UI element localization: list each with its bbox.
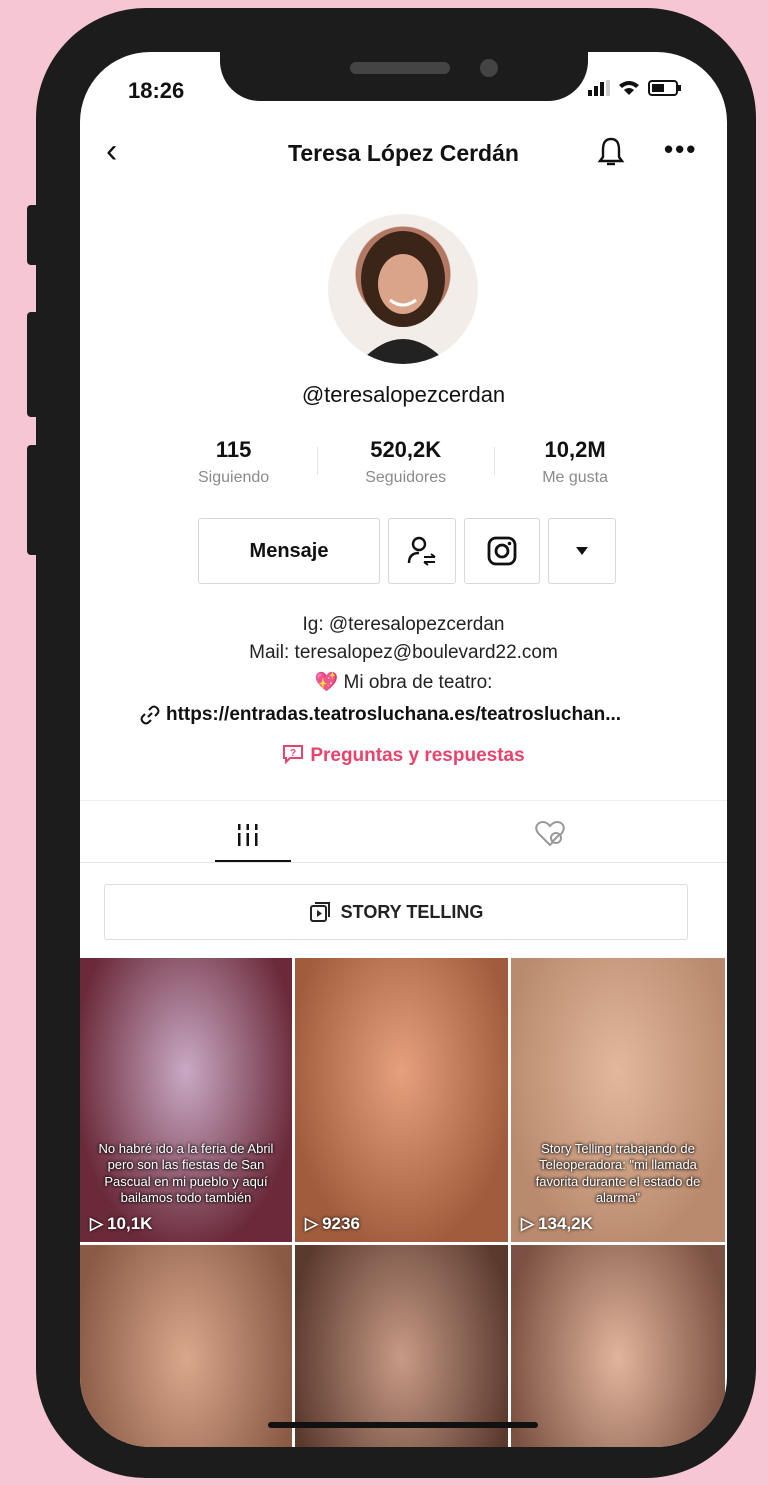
play-icon: ▷ [521,1214,535,1233]
video-caption: Story Telling trabajando de Teleoperador… [535,1141,701,1205]
link-icon [140,705,160,725]
more-options-button[interactable]: ••• [664,134,697,165]
grid-icon [238,824,258,846]
follow-toggle-button[interactable] [388,518,456,584]
message-button[interactable]: Mensaje [198,518,380,584]
views-count: 10,1K [107,1214,153,1233]
video-thumbnail[interactable] [80,1245,292,1447]
page-title: Teresa López Cerdán [288,140,519,166]
bio-line-mail: Mail: teresalopez@boulevard22.com [249,642,558,663]
qa-label: Preguntas y respuestas [310,745,525,766]
stat-following[interactable]: 115 Siguiendo [198,437,269,487]
followers-count: 520,2K [370,437,442,462]
tab-videos[interactable] [236,822,260,853]
stat-followers[interactable]: 520,2K Seguidores [365,437,446,487]
avatar [328,214,478,364]
wifi-icon [619,81,639,95]
likes-count: 10,2M [544,437,606,462]
screen: 18:26 ‹ Teresa López Cerdán ••• @teresal… [80,52,727,1447]
divider [493,447,495,475]
front-camera [480,59,498,77]
hidden-heart-icon [535,821,565,847]
divider [80,862,727,863]
bell-icon[interactable] [596,136,626,173]
followers-label: Seguidores [365,469,447,486]
likes-label: Me gusta [542,469,608,486]
instagram-button[interactable] [464,518,540,584]
divider [316,447,318,475]
bio-link-text: https://entradas.teatrosluchana.es/teatr… [166,704,622,725]
status-time: 18:26 [128,78,185,103]
instagram-icon [487,536,517,566]
notch [220,8,588,101]
profile-handle: @teresalopezcerdan [301,382,506,407]
qa-link[interactable]: ? Preguntas y respuestas [80,744,727,767]
video-views: ▷ 10,1K [90,1214,152,1234]
stats-row: 115 Siguiendo 520,2K Seguidores 10,2M Me… [198,437,608,487]
question-bubble-icon: ? [283,745,304,765]
signal-icon [588,80,610,96]
video-grid: No habré ido a la feria de Abril pero so… [80,958,727,1447]
caret-down-icon [576,547,588,555]
play-icon: ▷ [305,1214,319,1233]
status-icons [588,80,682,96]
views-count: 9236 [322,1214,360,1233]
divider [80,800,727,801]
stat-likes: 10,2M Me gusta [542,437,608,487]
video-thumbnail[interactable] [511,1245,725,1447]
bio-play-text: Mi obra de teatro: [343,672,493,693]
svg-text:?: ? [290,748,296,759]
bio-link[interactable]: https://entradas.teatrosluchana.es/teatr… [140,704,621,726]
playlist-button[interactable]: STORY TELLING [104,884,688,940]
playlist-label: STORY TELLING [340,901,484,922]
video-thumbnail[interactable] [295,1245,508,1447]
heart-emoji-icon: 💖 [314,672,339,693]
video-caption: No habré ido a la feria de Abril pero so… [98,1141,274,1205]
video-thumbnail[interactable]: ▷ 9236 [295,958,508,1242]
play-icon: ▷ [90,1214,104,1233]
bio-line-play: 💖 Mi obra de teatro: [80,670,727,694]
following-label: Siguiendo [198,469,270,486]
dropdown-button[interactable] [548,518,616,584]
video-views: ▷ 9236 [305,1214,360,1234]
speaker [350,62,450,74]
video-thumbnail[interactable]: No habré ido a la feria de Abril pero so… [80,958,292,1242]
video-thumbnail[interactable]: Story Telling trabajando de Teleoperador… [511,958,725,1242]
video-views: ▷ 134,2K [521,1214,593,1234]
playlist-icon [309,902,330,922]
action-buttons: Mensaje [198,518,616,584]
tab-liked[interactable] [534,820,566,853]
battery-icon [648,80,681,96]
views-count: 134,2K [538,1214,593,1233]
home-indicator [268,1422,538,1428]
following-count: 115 [215,437,252,462]
user-swap-icon [407,536,436,566]
bio-line-instagram: Ig: @teresalopezcerdan [302,614,505,635]
